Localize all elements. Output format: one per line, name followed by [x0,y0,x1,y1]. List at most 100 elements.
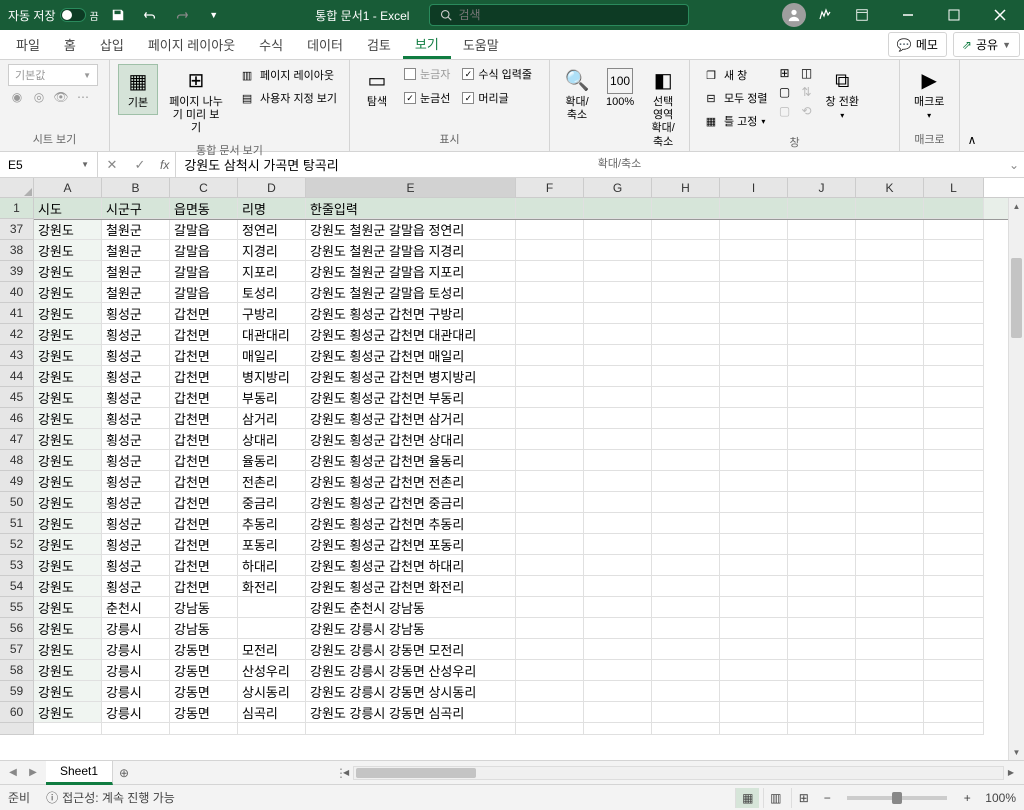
cell[interactable] [788,282,856,303]
scroll-down-icon[interactable]: ▼ [1009,744,1024,760]
cell[interactable] [924,702,984,723]
cell[interactable] [924,660,984,681]
cell[interactable]: 횡성군 [102,429,170,450]
cell[interactable]: 갈말읍 [170,282,238,303]
cell[interactable] [516,534,584,555]
cell[interactable] [856,450,924,471]
cell[interactable] [652,261,720,282]
cell[interactable] [584,492,652,513]
cell[interactable] [584,408,652,429]
cell[interactable] [924,513,984,534]
cell[interactable] [788,576,856,597]
cell[interactable]: 갑천면 [170,471,238,492]
cell[interactable]: 대관대리 [238,324,306,345]
cell[interactable] [856,198,924,219]
cell[interactable]: 갑천면 [170,387,238,408]
cell[interactable]: 강남동 [170,618,238,639]
cell[interactable]: 상대리 [238,429,306,450]
cell[interactable]: 중금리 [238,492,306,513]
cell[interactable]: 강원도 철원군 갈말읍 정연리 [306,219,516,240]
cell[interactable]: 횡성군 [102,366,170,387]
cell[interactable] [652,429,720,450]
cell[interactable] [924,681,984,702]
cell[interactable] [924,282,984,303]
name-box[interactable]: E5▼ [0,152,98,177]
cell[interactable] [720,576,788,597]
cell[interactable] [788,429,856,450]
column-header-D[interactable]: D [238,178,306,197]
navigate-button[interactable]: ▭탐색 [358,64,396,113]
row-header[interactable]: 54 [0,576,34,597]
cell[interactable]: 횡성군 [102,534,170,555]
sync-scroll-icon[interactable]: ⇅ [798,83,816,101]
cell[interactable] [584,702,652,723]
cell[interactable] [720,408,788,429]
cell[interactable] [652,219,720,240]
cell[interactable] [516,303,584,324]
cell[interactable] [516,240,584,261]
column-header-C[interactable]: C [170,178,238,197]
cell[interactable]: 상시동리 [238,681,306,702]
cell[interactable] [516,219,584,240]
cell[interactable] [856,408,924,429]
cell[interactable] [924,345,984,366]
cell[interactable]: 강원도 [34,408,102,429]
sheetview-default[interactable]: 기본값▼ [8,64,98,86]
zoom-level[interactable]: 100% [985,791,1016,805]
cell[interactable]: 횡성군 [102,408,170,429]
cell[interactable] [720,450,788,471]
cell[interactable] [720,471,788,492]
cell[interactable] [584,324,652,345]
cell[interactable] [856,702,924,723]
cell[interactable] [924,387,984,408]
cell[interactable] [516,681,584,702]
cell[interactable] [924,534,984,555]
zoom-out-button[interactable]: − [819,791,835,805]
cell[interactable] [924,450,984,471]
cell[interactable]: 갑천면 [170,324,238,345]
show-gridlines-checkbox[interactable]: ✓눈금선 [400,88,454,108]
cell[interactable]: 포동리 [238,534,306,555]
show-headings-checkbox[interactable]: ✓머리글 [458,88,536,108]
sheetview-options-icon[interactable]: ⋯ [74,88,92,106]
coming-soon-icon[interactable] [812,2,838,28]
autosave-toggle[interactable]: 자동 저장 끔 [8,7,99,24]
cell[interactable] [516,702,584,723]
cell[interactable]: 산성우리 [238,660,306,681]
save-icon[interactable] [105,2,131,28]
row-header[interactable]: 45 [0,387,34,408]
cell[interactable] [788,261,856,282]
cell[interactable] [788,303,856,324]
cell[interactable]: 갑천면 [170,492,238,513]
cell[interactable] [720,282,788,303]
cell[interactable]: 강원도 [34,303,102,324]
cell[interactable] [788,513,856,534]
cell[interactable]: 시군구 [102,198,170,219]
cell[interactable]: 삼거리 [238,408,306,429]
cell[interactable]: 화전리 [238,576,306,597]
chevron-down-icon[interactable]: ▼ [81,160,89,169]
toggle-switch[interactable] [60,8,86,22]
cell[interactable] [924,639,984,660]
cell[interactable] [788,492,856,513]
cell[interactable] [652,681,720,702]
cell[interactable] [652,450,720,471]
cell[interactable]: 횡성군 [102,576,170,597]
cell[interactable] [720,534,788,555]
cell[interactable]: 강원도 횡성군 갑천면 매일리 [306,345,516,366]
cell[interactable]: 강릉시 [102,702,170,723]
cell[interactable] [720,261,788,282]
cell[interactable] [720,324,788,345]
cell[interactable] [584,723,652,735]
pagelayout-view-icon[interactable]: ▥ [763,788,787,808]
row-header[interactable]: 37 [0,219,34,240]
cell[interactable] [856,345,924,366]
sheetview-exit-icon[interactable]: ◎ [30,88,48,106]
cell[interactable]: 지포리 [238,261,306,282]
cell[interactable]: 강원도 횡성군 갑천면 대관대리 [306,324,516,345]
cell[interactable]: 강원도 횡성군 갑천면 화전리 [306,576,516,597]
cell[interactable]: 강원도 [34,471,102,492]
cell[interactable] [788,198,856,219]
cell[interactable]: 횡성군 [102,492,170,513]
normal-view-icon[interactable]: ▦ [735,788,759,808]
